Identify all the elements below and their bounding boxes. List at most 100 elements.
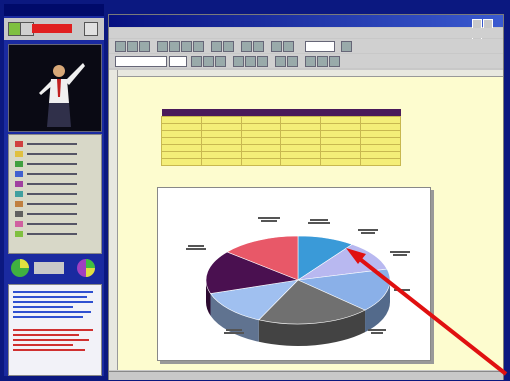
presenter-video	[8, 44, 102, 132]
borders-icon[interactable]	[305, 56, 316, 67]
table-cell[interactable]	[360, 137, 401, 145]
table-cell[interactable]	[161, 123, 202, 131]
chart-wizard-icon[interactable]	[271, 41, 282, 52]
table-cell[interactable]	[240, 123, 282, 131]
table-cell[interactable]	[200, 116, 242, 124]
font-name-box[interactable]	[115, 56, 167, 67]
legend-row[interactable]	[15, 141, 85, 147]
table-cell[interactable]	[161, 144, 202, 152]
table-row[interactable]	[161, 116, 401, 124]
percent-icon[interactable]	[287, 56, 298, 67]
legend-row[interactable]	[15, 201, 85, 207]
table-cell[interactable]	[320, 116, 362, 124]
legend-row[interactable]	[15, 221, 85, 227]
table-cell[interactable]	[320, 137, 362, 145]
table-cell[interactable]	[360, 123, 401, 131]
table-cell[interactable]	[280, 130, 322, 138]
cut-icon[interactable]	[169, 41, 180, 52]
sum-icon[interactable]	[241, 41, 252, 52]
open-icon[interactable]	[127, 41, 138, 52]
sort-icon[interactable]	[253, 41, 264, 52]
table-cell[interactable]	[240, 130, 282, 138]
table-cell[interactable]	[240, 158, 282, 166]
drawing-icon[interactable]	[283, 41, 294, 52]
table-cell[interactable]	[161, 151, 202, 159]
undo-icon[interactable]	[211, 41, 222, 52]
zoom-box[interactable]	[305, 41, 335, 52]
legend-row[interactable]	[15, 151, 85, 157]
legend-row[interactable]	[15, 181, 85, 187]
table-row[interactable]	[161, 137, 401, 145]
new-icon[interactable]	[115, 41, 126, 52]
underline-icon[interactable]	[215, 56, 226, 67]
pie-chart-panel[interactable]	[157, 187, 431, 361]
legend-row[interactable]	[15, 161, 85, 167]
table-cell[interactable]	[320, 158, 362, 166]
level-meter	[32, 24, 72, 33]
formatting-toolbar	[109, 54, 503, 68]
table-cell[interactable]	[320, 144, 362, 152]
table-cell[interactable]	[280, 123, 322, 131]
print-icon[interactable]	[157, 41, 168, 52]
table-cell[interactable]	[360, 116, 401, 124]
table-cell[interactable]	[240, 116, 282, 124]
legend-row[interactable]	[15, 211, 85, 217]
paste-icon[interactable]	[193, 41, 204, 52]
table-row[interactable]	[161, 144, 401, 152]
notes-panel	[8, 284, 102, 376]
help-icon[interactable]	[341, 41, 352, 52]
align-right-icon[interactable]	[257, 56, 268, 67]
table-cell[interactable]	[240, 144, 282, 152]
table-cell[interactable]	[360, 144, 401, 152]
table-cell[interactable]	[200, 144, 242, 152]
fill-color-icon[interactable]	[317, 56, 328, 67]
currency-icon[interactable]	[275, 56, 286, 67]
legend-row[interactable]	[15, 191, 85, 197]
table-cell[interactable]	[161, 130, 202, 138]
table-cell[interactable]	[240, 151, 282, 159]
table-cell[interactable]	[360, 151, 401, 159]
font-color-icon[interactable]	[329, 56, 340, 67]
table-cell[interactable]	[200, 151, 242, 159]
slice-label	[186, 244, 206, 251]
redo-icon[interactable]	[223, 41, 234, 52]
align-center-icon[interactable]	[245, 56, 256, 67]
legend-row[interactable]	[15, 171, 85, 177]
table-cell[interactable]	[280, 116, 322, 124]
table-row[interactable]	[161, 123, 401, 131]
table-cell[interactable]	[360, 158, 401, 166]
font-size-box[interactable]	[169, 56, 187, 67]
window-titlebar[interactable]	[109, 15, 503, 27]
table-cell[interactable]	[200, 137, 242, 145]
align-left-icon[interactable]	[233, 56, 244, 67]
bold-icon[interactable]	[191, 56, 202, 67]
table-cell[interactable]	[240, 137, 282, 145]
save-icon[interactable]	[139, 41, 150, 52]
table-cell[interactable]	[320, 123, 362, 131]
table-cell[interactable]	[360, 130, 401, 138]
table-header-cell	[360, 109, 401, 117]
table-cell[interactable]	[320, 130, 362, 138]
table-cell[interactable]	[320, 151, 362, 159]
table-cell[interactable]	[280, 137, 322, 145]
data-table	[161, 109, 401, 166]
table-row[interactable]	[161, 158, 401, 166]
table-cell[interactable]	[280, 144, 322, 152]
copy-icon[interactable]	[181, 41, 192, 52]
table-row[interactable]	[161, 151, 401, 159]
table-cell[interactable]	[200, 130, 242, 138]
table-cell[interactable]	[161, 137, 202, 145]
slice-label	[390, 250, 410, 257]
color-wheel-icons	[11, 259, 95, 277]
table-cell[interactable]	[161, 116, 202, 124]
table-header-cell	[161, 109, 202, 117]
italic-icon[interactable]	[203, 56, 214, 67]
legend-row[interactable]	[15, 231, 85, 237]
table-cell[interactable]	[280, 158, 322, 166]
tool-button[interactable]	[84, 22, 98, 36]
table-cell[interactable]	[200, 123, 242, 131]
table-cell[interactable]	[161, 158, 202, 166]
table-cell[interactable]	[280, 151, 322, 159]
table-row[interactable]	[161, 130, 401, 138]
table-cell[interactable]	[200, 158, 242, 166]
